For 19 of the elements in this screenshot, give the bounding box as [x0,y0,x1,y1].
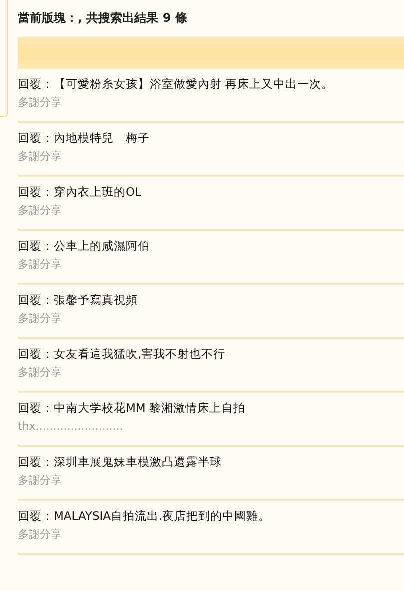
result-title-link[interactable]: 回覆：MALAYSIA自拍流出.夜店把到的中國雞。 [18,508,404,524]
result-title-link[interactable]: 回覆：【可愛粉糸女孩】浴室做愛內射 再床上又中出一次。 [18,76,404,92]
reply-text: 多謝分享 [18,203,63,219]
result-title-link[interactable]: 回覆：中南大学校花MM 黎湘激情床上自拍 [18,400,404,416]
result-title-link[interactable]: 回覆：女友看這我猛吹,害我不射也不行 [18,346,404,362]
result-title-link[interactable]: 回覆：穿內衣上班的OL [18,184,404,200]
result-title-link[interactable]: 回覆：深圳車展鬼妹車模激凸還露半球 [18,454,404,470]
reply-text: 多謝分享 [18,149,63,165]
result-title-link[interactable]: 回覆：內地模特兒 梅子 [18,130,404,146]
reply-text: 多謝分享 [18,311,63,327]
result-title-link[interactable]: 回覆：公車上的咸濕阿伯 [18,238,404,254]
reply-text: 多謝分享 [18,365,63,381]
search-summary: 當前版塊：, 共搜索出結果 9 條 [18,10,188,27]
result-title-link[interactable]: 回覆：張馨予寫真視頻 [18,292,404,308]
reply-text: 多謝分享 [18,95,63,111]
reply-text: 多謝分享 [18,527,63,543]
reply-text: 多謝分享 [18,473,63,489]
reply-text: thx......................... [18,419,124,435]
reply-text: 多謝分享 [18,257,63,273]
